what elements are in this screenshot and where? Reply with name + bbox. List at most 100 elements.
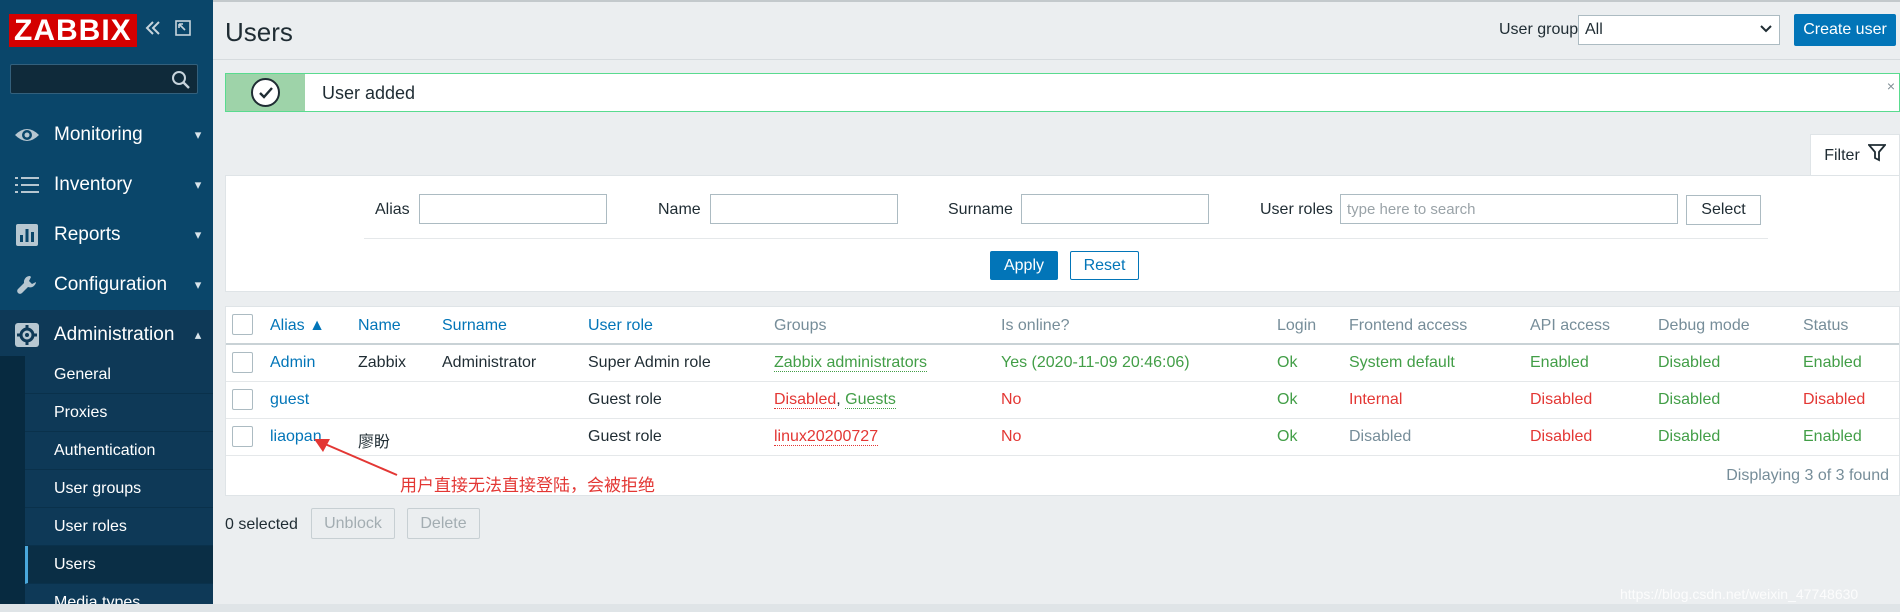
user-roles-input[interactable]: type here to search xyxy=(1340,194,1678,224)
chevron-down-icon: ▾ xyxy=(194,177,202,192)
user-role: Super Admin role xyxy=(588,354,711,371)
user-status[interactable]: Enabled xyxy=(1803,428,1862,446)
sidebar: ZABBIX Monitoring ▾ Inventory ▾ Reports … xyxy=(0,0,213,604)
login-status: Ok xyxy=(1277,354,1298,371)
zabbix-app: ZABBIX Monitoring ▾ Inventory ▾ Reports … xyxy=(0,0,1900,612)
submenu-media-types[interactable]: Media types xyxy=(25,584,213,604)
select-roles-button[interactable]: Select xyxy=(1686,195,1761,225)
alias-input[interactable] xyxy=(419,194,607,224)
surname-input[interactable] xyxy=(1021,194,1209,224)
success-indicator xyxy=(226,74,305,111)
row-checkbox[interactable] xyxy=(232,352,253,373)
user-status[interactable]: Enabled xyxy=(1803,354,1862,372)
filter-tab[interactable]: Filter xyxy=(1810,134,1900,176)
user-group-select[interactable]: All xyxy=(1578,15,1780,45)
frontend-access: Disabled xyxy=(1349,428,1412,445)
api-access: Disabled xyxy=(1530,428,1593,445)
submenu-users[interactable]: Users xyxy=(25,546,213,584)
funnel-icon xyxy=(1866,144,1887,167)
annotation-arrow-icon xyxy=(314,439,398,476)
submenu-rail xyxy=(0,356,25,604)
menu-inventory[interactable]: Inventory ▾ xyxy=(0,160,213,210)
collapse-sidebar-icon[interactable] xyxy=(143,18,163,43)
eye-icon xyxy=(0,125,54,145)
menu-inventory-label: Inventory xyxy=(54,174,133,195)
name-label: Name xyxy=(658,201,701,218)
filter-panel: Alias Name Surname User roles type here … xyxy=(225,175,1900,292)
success-message: User added × xyxy=(225,73,1900,112)
column-user-role[interactable]: User role xyxy=(588,317,653,335)
bar-chart-icon xyxy=(0,224,54,246)
unblock-button[interactable]: Unblock xyxy=(311,508,395,539)
select-all-checkbox[interactable] xyxy=(232,314,253,335)
create-user-button[interactable]: Create user xyxy=(1794,14,1896,46)
kiosk-mode-icon[interactable] xyxy=(174,18,192,42)
debug-mode: Disabled xyxy=(1658,428,1721,445)
check-icon xyxy=(251,78,280,107)
header-divider xyxy=(213,59,1900,60)
column-groups: Groups xyxy=(774,317,827,334)
debug-mode: Disabled xyxy=(1658,354,1721,371)
submenu-general[interactable]: General xyxy=(25,356,213,394)
api-access: Disabled xyxy=(1530,391,1593,408)
close-icon[interactable]: × xyxy=(1887,78,1895,94)
group-separator: , xyxy=(836,391,846,408)
submenu-proxies[interactable]: Proxies xyxy=(25,394,213,432)
search-icon[interactable] xyxy=(171,70,191,90)
name-input[interactable] xyxy=(710,194,898,224)
menu-configuration-label: Configuration xyxy=(54,274,168,295)
column-frontend-access: Frontend access xyxy=(1349,317,1468,334)
column-is-online: Is online? xyxy=(1001,317,1070,334)
column-login: Login xyxy=(1277,317,1317,334)
user-alias-link[interactable]: Admin xyxy=(270,354,315,372)
row-divider xyxy=(226,381,1899,382)
user-alias-link[interactable]: guest xyxy=(270,391,309,409)
header-divider xyxy=(226,343,1899,345)
group-link[interactable]: Zabbix administrators xyxy=(774,354,927,372)
menu-configuration[interactable]: Configuration ▾ xyxy=(0,260,213,310)
group-link[interactable]: Disabled xyxy=(774,391,837,409)
users-table: Alias ▲ Name Surname User role Groups Is… xyxy=(225,306,1900,496)
watermark: https://blog.csdn.net/weixin_47748630 xyxy=(1620,586,1859,602)
menu-reports-label: Reports xyxy=(54,224,121,245)
row-divider xyxy=(226,418,1899,419)
user-groups: Disabled, Guests xyxy=(774,391,896,409)
delete-button[interactable]: Delete xyxy=(407,508,480,539)
top-border xyxy=(213,0,1900,2)
surname-label: Surname xyxy=(948,201,1013,218)
user-name: Zabbix xyxy=(358,354,407,371)
login-status: Ok xyxy=(1277,391,1298,408)
zabbix-logo[interactable]: ZABBIX xyxy=(9,14,137,47)
user-role: Guest role xyxy=(588,428,662,445)
filter-tab-label: Filter xyxy=(1824,146,1860,164)
bottom-strip xyxy=(0,604,1900,612)
menu-administration-label: Administration xyxy=(54,324,175,345)
annotation-text: 用户直接无法直接登陆，会被拒绝 xyxy=(400,476,655,495)
submenu-user-groups[interactable]: User groups xyxy=(25,470,213,508)
column-alias[interactable]: Alias ▲ xyxy=(270,317,325,335)
page-title: Users xyxy=(225,17,293,47)
group-link[interactable]: Guests xyxy=(845,391,896,409)
login-status: Ok xyxy=(1277,428,1298,445)
menu-administration[interactable]: Administration ▴ xyxy=(0,310,213,360)
sidebar-search-input[interactable] xyxy=(10,64,198,94)
wrench-icon xyxy=(0,273,54,297)
apply-button[interactable]: Apply xyxy=(990,251,1058,280)
column-status: Status xyxy=(1803,317,1849,334)
alias-label: Alias xyxy=(375,201,410,218)
frontend-access: Internal xyxy=(1349,391,1403,408)
reset-button[interactable]: Reset xyxy=(1070,251,1139,280)
user-status[interactable]: Disabled xyxy=(1803,391,1865,409)
column-surname[interactable]: Surname xyxy=(442,317,507,335)
submenu-user-roles[interactable]: User roles xyxy=(25,508,213,546)
row-checkbox[interactable] xyxy=(232,426,253,447)
frontend-access: System default xyxy=(1349,354,1455,371)
online-status: No xyxy=(1001,428,1022,445)
menu-reports[interactable]: Reports ▾ xyxy=(0,210,213,260)
group-link[interactable]: linux20200727 xyxy=(774,428,879,446)
user-role: Guest role xyxy=(588,391,662,408)
submenu-authentication[interactable]: Authentication xyxy=(25,432,213,470)
column-name[interactable]: Name xyxy=(358,317,401,335)
menu-monitoring[interactable]: Monitoring ▾ xyxy=(0,110,213,160)
row-checkbox[interactable] xyxy=(232,389,253,410)
